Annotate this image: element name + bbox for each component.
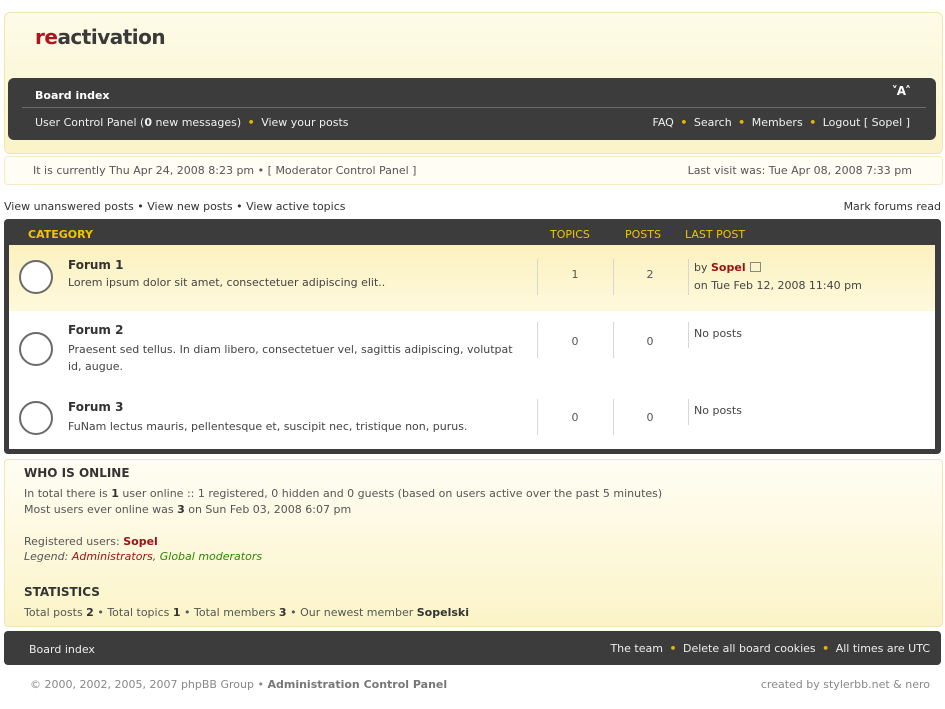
forum-title-link[interactable]: Forum 2 [68, 323, 123, 337]
mark-forums-read-link[interactable]: Mark forums read [844, 200, 941, 213]
separator: • [669, 642, 677, 655]
timezone-note: All times are UTC [835, 642, 930, 655]
info-bar: It is currently Thu Apr 24, 2008 8:23 pm… [4, 156, 943, 185]
statistics-line: Total posts 2 • Total topics 1 • Total m… [24, 606, 469, 619]
members-link[interactable]: Members [752, 116, 803, 129]
view-unanswered-link[interactable]: View unanswered posts [4, 200, 134, 213]
view-your-posts-link[interactable]: View your posts [261, 116, 348, 129]
mcp-link[interactable]: [ Moderator Control Panel ] [268, 164, 417, 177]
header-topics: TOPICS [550, 228, 590, 241]
forum-posts-count: 0 [646, 411, 654, 424]
separator: • [257, 164, 268, 177]
header-category: CATEGORY [28, 228, 93, 241]
view-active-topics-link[interactable]: View active topics [246, 200, 345, 213]
the-team-link[interactable]: The team [610, 642, 663, 655]
forum-last-post: No posts [694, 404, 742, 417]
forum-last-post: No posts [694, 327, 742, 340]
legend-administrators-link[interactable]: Administrators [72, 550, 153, 563]
forum-posts-count: 0 [646, 335, 654, 348]
header-posts: POSTS [625, 228, 661, 241]
phpbb-link[interactable]: © 2000, 2002, 2005, 2007 phpBB Group [30, 678, 254, 691]
current-time: It is currently Thu Apr 24, 2008 8:23 pm [33, 164, 255, 177]
separator: • [137, 200, 148, 213]
site-logo[interactable]: reactivation [35, 25, 166, 49]
legend-global-moderators-link[interactable]: Global moderators [160, 550, 262, 563]
forum-read-icon [19, 401, 53, 435]
quick-links: View unanswered posts • View new posts •… [4, 200, 941, 214]
column-divider [537, 259, 538, 295]
forum-table: CATEGORY TOPICS POSTS LAST POST Forum 1 … [4, 219, 941, 454]
who-is-online-title: WHO IS ONLINE [24, 466, 130, 480]
forum-posts-count: 2 [646, 268, 654, 281]
separator: • [97, 606, 108, 619]
acp-link[interactable]: Administration Control Panel [267, 678, 447, 691]
column-divider [688, 399, 689, 425]
forum-topics-count: 1 [571, 268, 579, 281]
navbar: Board index ˅A˄ User Control Panel (0 ne… [8, 78, 936, 140]
forum-description: Lorem ipsum dolor sit amet, consectetuer… [68, 276, 386, 289]
forum-row: Forum 2 Praesent sed tellus. In diam lib… [9, 311, 935, 389]
delete-cookies-link[interactable]: Delete all board cookies [683, 642, 816, 655]
footer-board-index-link[interactable]: Board index [29, 643, 95, 656]
separator: • [236, 200, 247, 213]
view-new-posts-link[interactable]: View new posts [147, 200, 232, 213]
font-size-toggle-icon[interactable]: ˅A˄ [892, 84, 911, 98]
logout-link[interactable]: Logout [ Sopel ] [823, 116, 910, 129]
style-credit: created by stylerbb.net & nero [760, 678, 930, 691]
registered-user-link[interactable]: Sopel [123, 535, 158, 548]
column-divider [688, 322, 689, 348]
footer-navbar: Board index The team • Delete all board … [4, 631, 941, 665]
separator: • [247, 116, 255, 129]
separator: • [738, 116, 746, 129]
column-divider [613, 322, 614, 358]
forum-last-post: by Sopel on Tue Feb 12, 2008 11:40 pm [694, 261, 862, 292]
newest-member-link[interactable]: Sopelski [417, 606, 469, 619]
forum-description: FuNam lectus mauris, pellentesque et, su… [68, 420, 468, 433]
header-last-post: LAST POST [685, 228, 746, 241]
online-total: In total there is 1 user online :: 1 reg… [24, 487, 663, 500]
search-link[interactable]: Search [694, 116, 732, 129]
forum-description: Praesent sed tellus. In diam libero, con… [68, 343, 513, 373]
last-visit: Last visit was: Tue Apr 08, 2008 7:33 pm [687, 164, 912, 177]
forum-table-header: CATEGORY TOPICS POSTS LAST POST [4, 219, 941, 245]
column-divider [613, 259, 614, 295]
nav-divider [22, 107, 926, 108]
last-post-date: on Tue Feb 12, 2008 11:40 pm [694, 279, 862, 292]
forum-read-icon [19, 260, 53, 294]
column-divider [613, 399, 614, 435]
separator: • [184, 606, 195, 619]
forum-topics-count: 0 [571, 411, 579, 424]
separator: • [809, 116, 817, 129]
forum-title-link[interactable]: Forum 1 [68, 258, 123, 272]
nav-user-links: User Control Panel (0 new messages) • Vi… [35, 116, 349, 129]
column-divider [537, 399, 538, 435]
forum-read-icon [19, 332, 53, 366]
forum-title-link[interactable]: Forum 3 [68, 400, 123, 414]
separator: • [822, 642, 830, 655]
registered-users: Registered users: Sopel [24, 535, 158, 548]
forum-topics-count: 0 [571, 335, 579, 348]
forum-row: Forum 1 Lorem ipsum dolor sit amet, cons… [9, 245, 935, 312]
header: reactivation Board index ˅A˄ User Contro… [4, 12, 943, 154]
view-latest-post-icon[interactable] [749, 262, 761, 272]
separator: • [290, 606, 301, 619]
last-post-user-link[interactable]: Sopel [711, 261, 746, 274]
nav-main-links: FAQ • Search • Members • Logout [ Sopel … [653, 116, 910, 129]
column-divider [537, 322, 538, 358]
statistics-title: STATISTICS [24, 585, 100, 599]
who-is-online-panel: WHO IS ONLINE In total there is 1 user o… [4, 459, 943, 627]
forum-row: Forum 3 FuNam lectus mauris, pellentesqu… [9, 388, 935, 449]
legend: Legend: Administrators, Global moderator… [24, 550, 263, 563]
copyright: © 2000, 2002, 2005, 2007 phpBB Group • A… [30, 678, 447, 691]
faq-link[interactable]: FAQ [653, 116, 674, 129]
separator: • [680, 116, 688, 129]
separator: • [257, 678, 268, 691]
ucp-link[interactable]: User Control Panel (0 new messages) [35, 116, 241, 129]
online-record: Most users ever online was 3 on Sun Feb … [24, 503, 352, 516]
nav-board-index-link[interactable]: Board index [35, 89, 110, 102]
column-divider [688, 259, 689, 295]
